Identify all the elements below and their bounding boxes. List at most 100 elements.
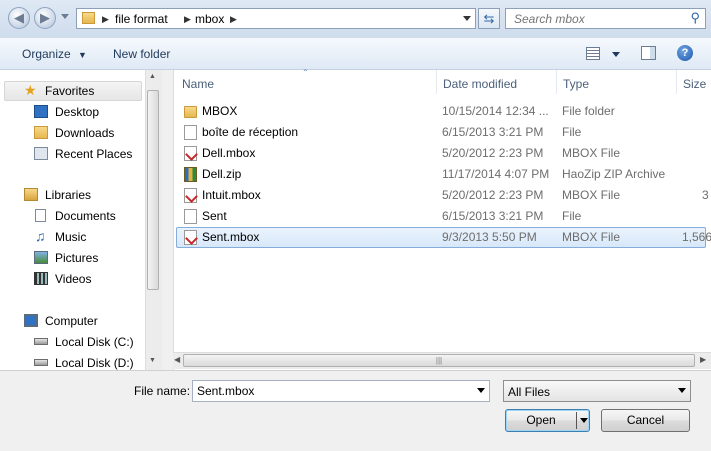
file-row-mbox-folder[interactable]: MBOX 10/15/2014 12:34 ... File folder: [176, 101, 706, 122]
chevron-down-icon: [678, 388, 686, 393]
chevron-right-icon: ▶: [102, 14, 109, 24]
recent-pages-dropdown[interactable]: [61, 14, 69, 19]
file-row-sent-mbox[interactable]: Sent.mbox 9/3/2013 5:50 PM MBOX File 1,5…: [176, 227, 711, 248]
file-name: Intuit.mbox: [202, 188, 261, 202]
videos-icon: [34, 272, 48, 285]
column-divider[interactable]: [556, 70, 557, 94]
nav-item-desktop[interactable]: Desktop: [34, 103, 99, 121]
scroll-up-arrow-icon[interactable]: ▲: [149, 73, 156, 80]
file-date: 5/20/2012 2:23 PM: [442, 188, 544, 202]
open-button[interactable]: Open: [505, 409, 590, 432]
scroll-down-arrow-icon[interactable]: ▼: [149, 357, 156, 364]
nav-computer[interactable]: Computer: [24, 312, 98, 330]
command-bar: [0, 38, 711, 70]
nav-libraries[interactable]: Libraries: [24, 186, 91, 204]
new-folder-button[interactable]: New folder: [113, 47, 170, 61]
chevron-right-icon[interactable]: ▶: [230, 14, 237, 25]
nav-item-label: Recent Places: [55, 147, 133, 161]
address-history-dropdown[interactable]: [463, 16, 471, 21]
search-input[interactable]: [512, 11, 686, 27]
chevron-down-icon[interactable]: [477, 388, 485, 393]
scroll-right-arrow-icon[interactable]: ▶: [700, 355, 706, 364]
nav-item-local-disk-c[interactable]: Local Disk (C:): [34, 333, 134, 351]
search-box[interactable]: ⚲: [505, 8, 706, 29]
nav-item-label: Music: [55, 230, 87, 244]
document-icon: [184, 125, 197, 140]
column-header-size[interactable]: Size: [683, 77, 706, 91]
documents-icon: [35, 209, 46, 222]
music-icon: ♫: [35, 228, 46, 244]
file-row-dell-zip[interactable]: Dell.zip 11/17/2014 4:07 PM HaoZip ZIP A…: [176, 164, 706, 185]
file-list: ⌃ Name Date modified Type Size MBOX 10/1…: [173, 68, 711, 370]
column-header-date[interactable]: Date modified: [443, 77, 517, 91]
file-type: MBOX File: [562, 146, 621, 160]
organize-button[interactable]: Organize ▼: [22, 47, 87, 61]
column-header-type[interactable]: Type: [563, 77, 589, 91]
chevron-right-icon[interactable]: ▶: [184, 14, 191, 25]
file-date: 6/15/2013 3:21 PM: [442, 209, 544, 223]
back-button[interactable]: ◀: [8, 7, 30, 29]
file-date: 11/17/2014 4:07 PM: [442, 167, 550, 181]
column-divider[interactable]: [436, 70, 437, 94]
file-date: 5/20/2012 2:23 PM: [442, 146, 544, 160]
search-icon[interactable]: ⚲: [690, 10, 700, 26]
breadcrumb[interactable]: ▶ file format ▶ mbox ▶: [76, 8, 476, 29]
breadcrumb-item-file-format[interactable]: file format: [115, 12, 168, 26]
file-name-label: File name:: [134, 384, 191, 398]
file-date: 9/3/2013 5:50 PM: [442, 230, 537, 244]
file-date: 6/15/2013 3:21 PM: [442, 125, 544, 139]
nav-scrollbar-thumb[interactable]: [147, 90, 159, 290]
file-name-combobox[interactable]: [192, 380, 490, 402]
nav-item-downloads[interactable]: Downloads: [34, 124, 114, 142]
file-row-boite-de-reception[interactable]: boîte de réception 6/15/2013 3:21 PM Fil…: [176, 122, 706, 143]
preview-pane-icon[interactable]: [641, 46, 656, 60]
split-button-divider: [576, 412, 577, 429]
pane-splitter[interactable]: [162, 70, 173, 370]
file-name: boîte de réception: [202, 125, 299, 139]
nav-item-pictures[interactable]: Pictures: [34, 249, 98, 267]
desktop-icon: [34, 105, 48, 118]
nav-item-label: Local Disk (C:): [55, 335, 134, 349]
horizontal-scrollbar-thumb[interactable]: |||: [183, 354, 695, 367]
file-row-intuit-mbox[interactable]: Intuit.mbox 5/20/2012 2:23 PM MBOX File …: [176, 185, 709, 206]
downloads-folder-icon: [34, 126, 48, 139]
zip-archive-icon: [184, 167, 197, 182]
nav-item-label: Documents: [55, 209, 116, 223]
nav-item-label: Local Disk (D:): [55, 356, 134, 370]
open-options-dropdown-icon[interactable]: [580, 418, 588, 423]
nav-item-videos[interactable]: Videos: [34, 270, 91, 288]
nav-item-music[interactable]: ♫ Music: [34, 228, 86, 246]
nav-item-label: Pictures: [55, 251, 99, 265]
sort-indicator-icon: ⌃: [302, 68, 309, 77]
file-row-dell-mbox[interactable]: Dell.mbox 5/20/2012 2:23 PM MBOX File: [176, 143, 706, 164]
breadcrumb-item-mbox[interactable]: mbox: [195, 12, 224, 26]
file-type: MBOX File: [562, 188, 621, 202]
navigation-pane: ★ Favorites Desktop Downloads Recent Pla…: [0, 70, 162, 370]
nav-item-documents[interactable]: Documents: [34, 207, 116, 225]
file-type: File: [562, 209, 582, 223]
nav-favorites[interactable]: ★ Favorites: [24, 82, 94, 100]
organize-label: Organize: [22, 47, 71, 61]
refresh-button[interactable]: ⇆: [478, 8, 500, 29]
view-dropdown-chevron-icon[interactable]: [612, 52, 620, 57]
nav-item-label: Desktop: [55, 105, 100, 119]
cancel-button[interactable]: Cancel: [601, 409, 690, 432]
scroll-left-arrow-icon[interactable]: ◀: [174, 355, 180, 364]
help-icon[interactable]: ?: [677, 45, 693, 61]
nav-libraries-label: Libraries: [45, 188, 92, 202]
view-options-icon[interactable]: [586, 47, 600, 60]
file-name-input[interactable]: [197, 384, 467, 398]
column-divider[interactable]: [676, 70, 677, 94]
forward-button[interactable]: ▶: [34, 7, 56, 29]
file-type-select[interactable]: All Files: [503, 380, 691, 402]
nav-item-recent-places[interactable]: Recent Places: [34, 145, 132, 163]
pictures-icon: [34, 251, 48, 264]
refresh-icon: ⇆: [483, 11, 495, 26]
file-type: File: [562, 125, 582, 139]
column-header-name[interactable]: Name: [182, 77, 214, 91]
nav-favorites-label: Favorites: [45, 84, 95, 98]
file-name: Sent: [202, 209, 227, 223]
file-row-sent[interactable]: Sent 6/15/2013 3:21 PM File: [176, 206, 706, 227]
folder-icon: [184, 106, 197, 118]
column-header-row: [174, 70, 710, 94]
